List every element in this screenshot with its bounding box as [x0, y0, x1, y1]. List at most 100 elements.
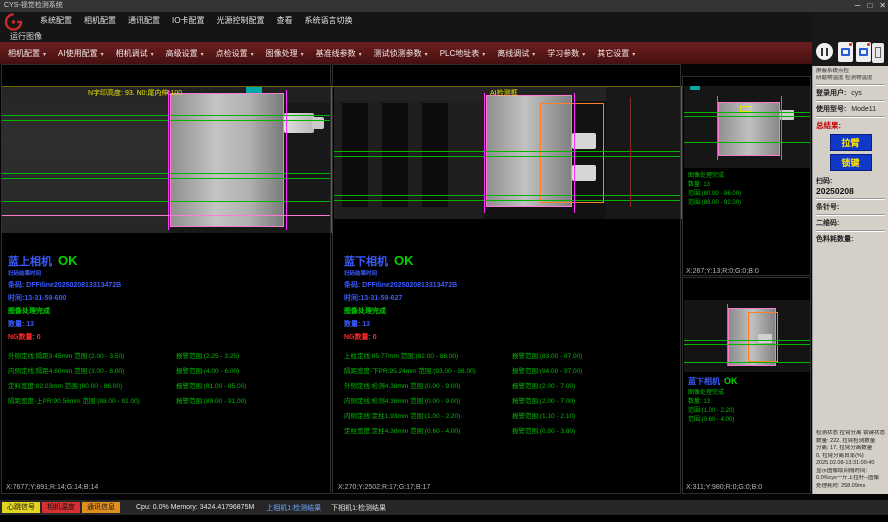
camera-tool-button-1[interactable] [838, 42, 853, 62]
sidebar-statistics: 检测状态 拉臂分离 锁键状态数量: 222, 拉臂检测数量分离: 17, 拉臂分… [816, 430, 886, 490]
menu-item[interactable]: 相机配置 [78, 15, 122, 26]
minimize-icon[interactable]: ─ [855, 0, 861, 12]
green-guide-line [334, 151, 680, 152]
time-text: 时间:13-31-59-627 [344, 293, 674, 303]
heartbeat-indicator: 心跳信号 [2, 502, 40, 513]
green-guide-line [2, 120, 330, 121]
toolbar-item[interactable]: AI使用配置 [52, 48, 110, 59]
toolbar-item[interactable]: 测试侦测参数 [368, 48, 434, 59]
aux-top-result-lines: 图像处理完成数量: 13范围:(80.00 - 86.00)范围:(88.00 … [688, 172, 741, 208]
measurement-row-r: 报警范围:(89.00 - 91.00) [176, 395, 246, 410]
result-line: 范围:(0.60 - 4.00) [688, 416, 738, 425]
lower-result-block: 蓝下相机 OK 扫码结果时间 条码: DFFIline2025020813313… [344, 253, 674, 440]
dark-red-guide-line [630, 97, 631, 207]
toolbar-item[interactable]: 图像处理 [260, 48, 310, 59]
statistic-line: 检测状态 拉臂分离 锁键状态 [816, 430, 886, 438]
tab-run-image[interactable]: 运行图像 [10, 31, 42, 42]
cursor-coords-lower: X:270;Y:2502;R:17;G:17;B:17 [338, 484, 430, 491]
measurement-row-r: 报警范围:(0.80 - 3.80) [512, 425, 575, 440]
toolbar-item[interactable]: 点检设置 [210, 48, 260, 59]
green-guide-line [684, 116, 810, 117]
result-line: 范围:(1.00 - 2.20) [688, 407, 738, 416]
sidebar-header-line: 研磨物温度 检测物温度 [816, 75, 885, 82]
sidebar-header-line: 屏蔽系统点检 [816, 68, 885, 75]
menu-item[interactable]: 查看 [270, 15, 298, 26]
toolbar-item[interactable]: 其它设置 [591, 48, 641, 59]
menu-item[interactable]: IO卡配置 [166, 15, 210, 26]
device-icon [875, 47, 881, 58]
toolbar-item[interactable]: 高级设置 [160, 48, 210, 59]
aux-bottom-result-lines: 图像处理完成数量: 13范围:(1.00 - 2.20)范围:(0.60 - 4… [688, 389, 738, 425]
measurement-row-r: 报警范围:(1.10 - 2.10) [512, 410, 575, 425]
measurement-row-l: 隔距宽度-下PR:95.24mm 范围:(93.00 - 98.00) [344, 365, 512, 380]
count-text: 数量: 13 [344, 319, 674, 329]
camera-view-aux-bottom[interactable] [684, 300, 810, 372]
app-window: CYS-视觉检测系统 ─ □ ✕ 系统配置相机配置通讯配置IO卡配置光源控制配置… [0, 0, 888, 522]
upper-result-block: 蓝上相机 OK 扫码结果时间 条码: DFFIline2025020813313… [8, 253, 326, 410]
measurement-row-l: 隔距宽度-上PR:90.56mm 范围:(88.00 - 92.00) [8, 395, 176, 410]
guide-divider-line [331, 86, 332, 233]
pause-button[interactable] [816, 43, 833, 60]
separator [816, 84, 885, 86]
close-icon[interactable]: ✕ [879, 0, 886, 12]
measurement-row-l: 内侧定线:检测4.38mm 范围:(0.00 - 9.00) [344, 395, 512, 410]
toolbar-item[interactable]: PLC地址表 [434, 48, 492, 59]
menu-item[interactable]: 通讯配置 [122, 15, 166, 26]
time-text: 时间:13-31-59-600 [8, 293, 326, 303]
magenta-guide-line [574, 93, 575, 213]
scan-label: 扫码: [816, 178, 832, 185]
green-guide-line [334, 156, 680, 157]
ok-status-badge: OK [724, 376, 738, 386]
pause-icon [821, 48, 828, 56]
side-tool-button[interactable] [872, 43, 884, 63]
toolbar-list: 相机配置AI使用配置相机调试高级设置点检设置图像处理基准线参数测试侦测参数PLC… [2, 48, 641, 59]
toolbar-item[interactable]: 相机调试 [110, 48, 160, 59]
camera-view-lower[interactable]: AI检测框 [334, 87, 680, 219]
measurement-row: 隔距宽度-上PR:90.56mm 范围:(88.00 - 92.00)报警范围:… [8, 395, 326, 410]
toolbar-item[interactable]: 学习参数 [541, 48, 591, 59]
measurement-row-l: 定料宽度:82.03mm 范围:(80.00 - 86.00) [8, 380, 176, 395]
measurement-row-r: 报警范围:(2.00 - 7.00) [512, 395, 575, 410]
bright-feature [572, 165, 596, 181]
measurement-row: 外侧定线:隔距3.45mm 范围:(2.00 - 3.50)报警范围:(2.25… [8, 350, 326, 365]
result-line: 图像处理完成 [688, 172, 741, 181]
ok-status-badge: OK [394, 253, 414, 268]
right-sidebar: 屏蔽系统点检研磨物温度 检测物温度 登录用户: cys 使用型号: Mode11… [812, 66, 888, 494]
menu-item[interactable]: 系统配置 [34, 15, 78, 26]
separator [816, 116, 885, 118]
qr-label: 二维码: [816, 218, 885, 228]
cursor-coords-upper: X:7677;Y:891;R:14;G:14;B:14 [6, 484, 98, 491]
model-row: 使用型号: Mode11 [816, 104, 885, 114]
measurement-row-r: 报警范围:(2.00 - 7.00) [512, 380, 575, 395]
camera-name: 蓝下相机 [688, 376, 720, 387]
measurement-row: 内侧定线:隔距4.60mm 范围:(3.00 - 6.00)报警范围:(4.00… [8, 365, 326, 380]
camera-view-aux-top[interactable] [684, 86, 810, 168]
measurement-row-l: 内侧定线:定柱1.93mm 范围:(1.00 - 2.20) [344, 410, 512, 425]
camera-status-row: 蓝下相机 OK [344, 253, 674, 269]
upper-camera-result-text: 上相机1:检测结果 [266, 503, 321, 513]
camera-view-upper[interactable]: N字印高度: 93. N0:尾内伸:100 [2, 87, 330, 233]
camera-tool-button-2[interactable] [856, 42, 871, 62]
measurement-row-l: 外侧定线:隔距3.45mm 范围:(2.00 - 3.50) [8, 350, 176, 365]
overlay-measure-label: N字印高度: 93. N0:尾内伸:100 [88, 88, 182, 98]
toolbar-item[interactable]: 相机配置 [2, 48, 52, 59]
lower-camera-result-text: 下相机1:检测结果 [331, 503, 386, 513]
menu-item[interactable]: 系统语言切换 [298, 15, 358, 26]
measurement-row-r: 报警范围:(94.00 - 97.00) [512, 365, 582, 380]
toolbar-item[interactable]: 离线调试 [491, 48, 541, 59]
login-row: 登录用户: cys [816, 88, 885, 98]
statistic-line: 2025.02.08-13:31:09:40 [816, 460, 886, 468]
ok-status-badge: OK [58, 253, 78, 268]
separator [816, 214, 885, 216]
maximize-icon[interactable]: □ [867, 0, 872, 12]
separator [816, 100, 885, 102]
measurement-list: 外侧定线:隔距3.45mm 范围:(2.00 - 3.50)报警范围:(2.25… [8, 350, 326, 410]
measurement-row: 定柱宽度:定柱4.36mm 范围:(0.60 - 4.00)报警范围:(0.80… [344, 425, 674, 440]
toolbar-item[interactable]: 基准线参数 [310, 48, 368, 59]
green-guide-line [684, 112, 810, 113]
status-bar: 心跳信号 相机温度 通讯信息 Cpu: 0.0% Memory: 3424.41… [0, 500, 888, 515]
camera-temp-indicator: 相机温度 [42, 502, 80, 513]
alert-text: NG数量: 0 [8, 332, 326, 342]
product-region [170, 93, 284, 227]
menu-item[interactable]: 光源控制配置 [210, 15, 270, 26]
